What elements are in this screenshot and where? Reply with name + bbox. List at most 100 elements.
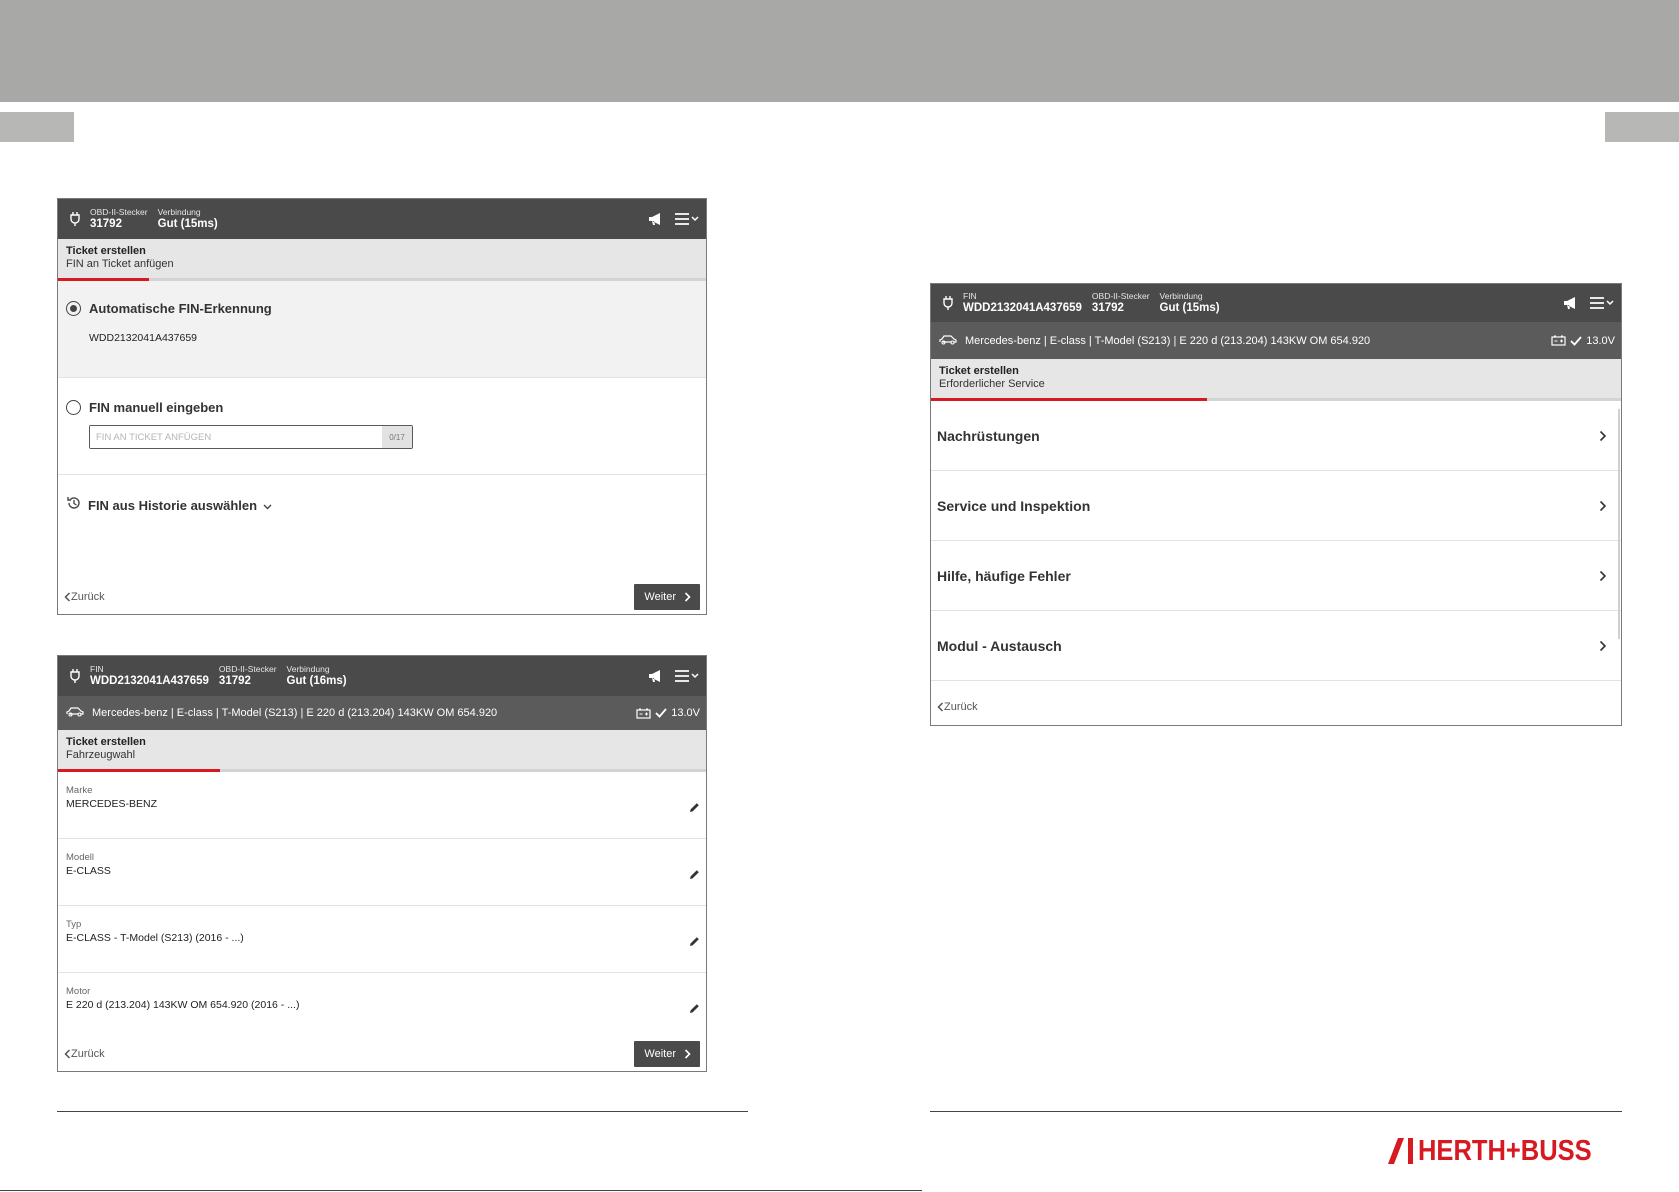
- next-label: Weiter: [644, 1048, 676, 1060]
- menu-item-module-exchange[interactable]: Modul - Austausch: [931, 611, 1621, 681]
- pencil-icon[interactable]: [689, 800, 700, 818]
- chevron-right-icon: [1599, 430, 1607, 441]
- checkmark-icon: [655, 708, 667, 718]
- chevron-down-icon: [263, 497, 272, 515]
- next-button[interactable]: Weiter: [634, 584, 700, 610]
- manual-page: OBD-II-Stecker 31792 Verbindung Gut (15m…: [0, 0, 1679, 1192]
- pencil-icon[interactable]: [689, 1001, 700, 1019]
- status-bar: FIN WDD2132041A437659 OBD-II-Stecker 317…: [931, 284, 1621, 322]
- field-label: Marke: [66, 785, 93, 796]
- fin-input-wrapper: 0/17: [89, 425, 413, 449]
- obd-info: OBD-II-Stecker 31792: [1091, 290, 1150, 315]
- chevron-right-icon: [684, 592, 691, 602]
- megaphone-icon[interactable]: [1563, 296, 1579, 310]
- radio-row-manual[interactable]: FIN manuell eingeben: [66, 400, 698, 415]
- status-actions: [648, 669, 700, 683]
- field-row-make: Marke MERCEDES-BENZ: [58, 772, 706, 839]
- screen-footer: Zurück Weiter: [58, 580, 706, 614]
- screenshot-fin-selection: OBD-II-Stecker 31792 Verbindung Gut (15m…: [57, 198, 707, 615]
- ticket-header: Ticket erstellen FIN an Ticket anfügen: [58, 239, 706, 281]
- connection-value: Gut (15ms): [1159, 301, 1220, 314]
- field-label: Typ: [66, 919, 82, 930]
- chevron-right-icon: [1599, 500, 1607, 511]
- status-bar: FIN WDD2132041A437659 OBD-II-Stecker 317…: [58, 656, 706, 696]
- field-value: E-CLASS: [66, 865, 111, 877]
- back-label: Zurück: [944, 701, 978, 713]
- field-row-model: Modell E-CLASS: [58, 839, 706, 906]
- menu-icon[interactable]: [674, 669, 700, 683]
- status-bar: OBD-II-Stecker 31792 Verbindung Gut (15m…: [58, 199, 706, 239]
- chevron-right-icon: [1599, 640, 1607, 651]
- menu-icon[interactable]: [674, 212, 700, 226]
- back-button[interactable]: Zurück: [937, 701, 978, 713]
- screen-footer: Zurück Weiter: [58, 1037, 706, 1071]
- status-actions: [1563, 296, 1615, 310]
- menu-item-label: Modul - Austausch: [937, 637, 1062, 654]
- connection-label: Verbindung: [286, 663, 330, 674]
- connection-info: Verbindung Gut (15ms): [1159, 291, 1220, 315]
- herth-buss-logo: HERTH+BUSS: [1388, 1136, 1615, 1166]
- menu-icon[interactable]: [1589, 296, 1615, 310]
- ticket-header: Ticket erstellen Erforderlicher Service: [931, 359, 1621, 401]
- option-history: FIN aus Historie auswählen: [58, 475, 706, 584]
- ticket-step: Fahrzeugwahl: [66, 749, 136, 761]
- obd-plug-icon: [68, 209, 82, 229]
- back-label: Zurück: [71, 591, 105, 603]
- fin-value: WDD2132041A437659: [963, 301, 1082, 314]
- obd-info: OBD-II-Stecker 31792: [90, 206, 148, 231]
- back-button[interactable]: Zurück: [64, 591, 105, 603]
- history-icon: [66, 495, 82, 516]
- radio-row-auto[interactable]: Automatische FIN-Erkennung: [66, 301, 698, 316]
- car-icon: [939, 334, 957, 348]
- next-button[interactable]: Weiter: [634, 1041, 700, 1067]
- fin-value: WDD2132041A437659: [90, 674, 209, 687]
- checkmark-icon: [1570, 335, 1582, 346]
- ticket-step: Erforderlicher Service: [939, 378, 1045, 390]
- divider-line: [57, 1111, 748, 1112]
- ticket-title: Ticket erstellen: [939, 365, 1019, 377]
- radio-auto-fin[interactable]: [66, 301, 81, 316]
- service-menu: Nachrüstungen Service und Inspektion Hil…: [931, 401, 1621, 691]
- fin-label: FIN: [90, 663, 104, 674]
- brand-mark-icon: [1388, 1138, 1413, 1164]
- field-value: E 220 d (213.204) 143KW OM 654.920 (2016…: [66, 999, 300, 1011]
- page-tab-right: [1605, 112, 1679, 142]
- obd-info: OBD-II-Stecker 31792: [218, 664, 277, 688]
- option-manual-label: FIN manuell eingeben: [89, 400, 224, 415]
- radio-manual-fin[interactable]: [66, 400, 81, 415]
- chevron-right-icon: [1599, 570, 1607, 581]
- menu-item-service-inspection[interactable]: Service und Inspektion: [931, 471, 1621, 541]
- battery-status: 13.0V: [636, 707, 700, 719]
- chevron-left-icon: [64, 1049, 71, 1059]
- obd-label: OBD-II-Stecker: [90, 206, 148, 217]
- field-label: Modell: [66, 852, 94, 863]
- pencil-icon[interactable]: [689, 934, 700, 952]
- obd-value: 31792: [90, 217, 122, 230]
- screenshot-required-service: FIN WDD2132041A437659 OBD-II-Stecker 317…: [930, 283, 1622, 726]
- connection-value: Gut (15ms): [157, 217, 218, 230]
- fin-input[interactable]: [90, 426, 382, 448]
- obd-label: OBD-II-Stecker: [1091, 290, 1150, 301]
- connection-info: Verbindung Gut (16ms): [286, 663, 347, 688]
- history-dropdown[interactable]: FIN aus Historie auswählen: [66, 495, 698, 516]
- pencil-icon[interactable]: [689, 867, 700, 885]
- page-tab-left: [0, 112, 74, 142]
- divider-line: [0, 1190, 922, 1191]
- megaphone-icon[interactable]: [648, 212, 664, 226]
- screenshot-vehicle-selection: FIN WDD2132041A437659 OBD-II-Stecker 317…: [57, 655, 707, 1072]
- detected-fin: WDD2132041A437659: [89, 332, 197, 344]
- scrollbar[interactable]: [1618, 409, 1620, 639]
- field-value: MERCEDES-BENZ: [66, 798, 158, 810]
- battery-voltage: 13.0V: [671, 707, 700, 719]
- menu-item-retrofits[interactable]: Nachrüstungen: [931, 401, 1621, 471]
- menu-item-label: Hilfe, häufige Fehler: [937, 567, 1071, 584]
- option-manual-fin: FIN manuell eingeben 0/17: [58, 378, 706, 475]
- connection-value: Gut (16ms): [286, 674, 347, 687]
- menu-item-help-common-errors[interactable]: Hilfe, häufige Fehler: [931, 541, 1621, 611]
- megaphone-icon[interactable]: [648, 669, 664, 683]
- back-button[interactable]: Zurück: [64, 1048, 105, 1060]
- obd-value: 31792: [218, 674, 251, 687]
- fin-info: FIN WDD2132041A437659: [90, 663, 209, 688]
- fin-info: FIN WDD2132041A437659: [963, 291, 1082, 315]
- option-auto-label: Automatische FIN-Erkennung: [89, 301, 272, 316]
